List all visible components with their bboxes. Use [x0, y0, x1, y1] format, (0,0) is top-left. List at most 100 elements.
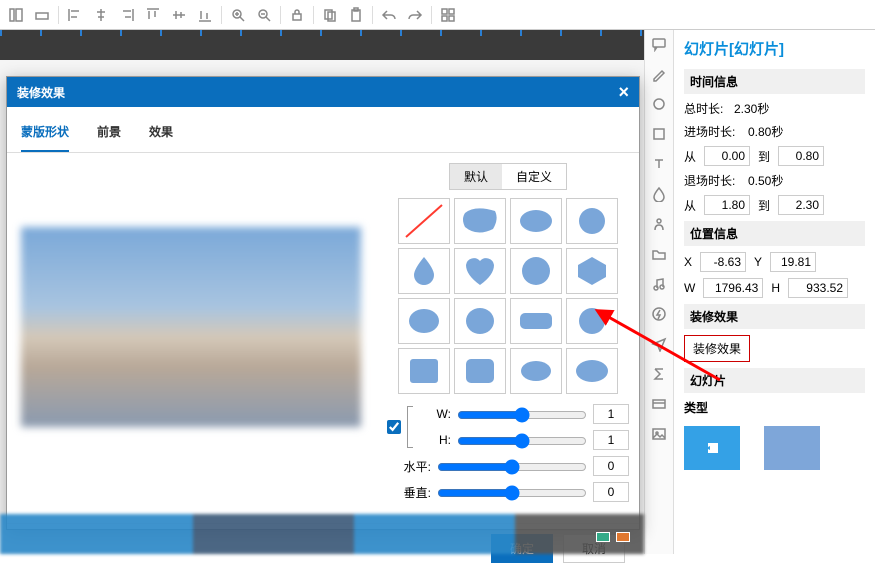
w-label: W: [684, 281, 695, 295]
slider-h-label: H:: [421, 433, 451, 447]
exit-from-input[interactable]: [704, 195, 750, 215]
slider-horizontal[interactable]: [437, 459, 587, 475]
decoration-modal: 装修效果 × 蒙版形状 前景 效果 默认 自定义: [6, 76, 640, 530]
chat-icon[interactable]: [649, 34, 669, 54]
x-input[interactable]: [700, 252, 746, 272]
slider-hor-value[interactable]: [593, 456, 629, 476]
h-label: H: [771, 281, 780, 295]
enter-from-input[interactable]: [704, 146, 750, 166]
type-label: 类型: [684, 399, 865, 416]
to-label: 到: [758, 148, 770, 165]
slider-ver-value[interactable]: [593, 482, 629, 502]
modal-tabs: 蒙版形状 前景 效果: [7, 107, 639, 153]
music-icon[interactable]: [649, 274, 669, 294]
tab-mask-shape[interactable]: 蒙版形状: [21, 117, 69, 152]
decoration-button[interactable]: 装修效果: [684, 335, 750, 362]
total-value: 2.30秒: [734, 100, 769, 117]
modal-title: 装修效果: [17, 84, 65, 101]
canvas-area: 装修效果 × 蒙版形状 前景 效果 默认 自定义: [0, 30, 644, 554]
tab-effect[interactable]: 效果: [149, 117, 173, 152]
x-label: X: [684, 255, 692, 269]
shape-drop[interactable]: [398, 248, 450, 294]
paste-icon[interactable]: [344, 3, 368, 27]
flash-icon[interactable]: [649, 304, 669, 324]
layout-icon[interactable]: [4, 3, 28, 27]
h-input[interactable]: [788, 278, 848, 298]
shape-none[interactable]: [398, 198, 450, 244]
enter-to-input[interactable]: [778, 146, 824, 166]
slider-h-value[interactable]: [593, 430, 629, 450]
wh-lock-checkbox[interactable]: [387, 420, 401, 434]
enter-value: 0.80秒: [748, 123, 783, 140]
shape-blot1[interactable]: [398, 298, 450, 344]
align-bottom-icon[interactable]: [193, 3, 217, 27]
tab-foreground[interactable]: 前景: [97, 117, 121, 152]
align-center-icon[interactable]: [89, 3, 113, 27]
shape-spray1[interactable]: [510, 348, 562, 394]
slider-vertical[interactable]: [437, 485, 587, 501]
image-icon[interactable]: [649, 424, 669, 444]
slider-w[interactable]: [457, 407, 587, 423]
shape-polygon[interactable]: [566, 248, 618, 294]
preview-image: [21, 227, 361, 427]
section-position: 位置信息: [684, 221, 865, 246]
lock-icon[interactable]: [285, 3, 309, 27]
redo-icon[interactable]: [403, 3, 427, 27]
w-input[interactable]: [703, 278, 763, 298]
type-card-2[interactable]: [764, 426, 820, 470]
close-icon[interactable]: ×: [618, 82, 629, 103]
shape-cloud1[interactable]: [510, 198, 562, 244]
y-input[interactable]: [770, 252, 816, 272]
slider-h[interactable]: [457, 433, 587, 449]
align-middle-icon[interactable]: [167, 3, 191, 27]
folder-icon[interactable]: [649, 244, 669, 264]
copy-icon[interactable]: [318, 3, 342, 27]
enter-label: 进场时长:: [684, 123, 740, 140]
shape-spray2[interactable]: [566, 348, 618, 394]
exit-label: 退场时长:: [684, 172, 740, 189]
side-icon-strip: [644, 30, 674, 554]
drop-icon[interactable]: [649, 184, 669, 204]
shape-sub-tabs: 默认 自定义: [449, 163, 567, 190]
person-icon[interactable]: [649, 214, 669, 234]
pencil-icon[interactable]: [649, 64, 669, 84]
undo-icon[interactable]: [377, 3, 401, 27]
shape-tool-icon[interactable]: [649, 124, 669, 144]
plane-icon[interactable]: [649, 334, 669, 354]
sliders: W: H:: [387, 404, 629, 502]
align-left-icon[interactable]: [63, 3, 87, 27]
zoom-in-icon[interactable]: [226, 3, 250, 27]
crop-icon[interactable]: [30, 3, 54, 27]
type-card-1[interactable]: [684, 426, 740, 470]
shape-brush2[interactable]: [510, 298, 562, 344]
align-right-icon[interactable]: [115, 3, 139, 27]
shape-square1[interactable]: [398, 348, 450, 394]
from-label-2: 从: [684, 197, 696, 214]
preview-column: [7, 153, 377, 523]
grid-icon[interactable]: [436, 3, 460, 27]
exit-value: 0.50秒: [748, 172, 783, 189]
shape-circle[interactable]: [510, 248, 562, 294]
from-label: 从: [684, 148, 696, 165]
align-top-icon[interactable]: [141, 3, 165, 27]
exit-to-input[interactable]: [778, 195, 824, 215]
shape-square2[interactable]: [454, 348, 506, 394]
zoom-out-icon[interactable]: [252, 3, 276, 27]
sigma-icon[interactable]: [649, 364, 669, 384]
shape-blot2[interactable]: [454, 298, 506, 344]
timeline[interactable]: [0, 514, 644, 554]
slider-w-value[interactable]: [593, 404, 629, 424]
sub-tab-default[interactable]: 默认: [450, 164, 502, 189]
sub-tab-custom[interactable]: 自定义: [502, 164, 566, 189]
total-label: 总时长:: [684, 100, 726, 117]
timeline-badges: [596, 532, 630, 542]
circle-tool-icon[interactable]: [649, 94, 669, 114]
to-label-2: 到: [758, 197, 770, 214]
text-icon[interactable]: [649, 154, 669, 174]
shape-brush1[interactable]: [454, 198, 506, 244]
slider-w-label: W:: [421, 407, 451, 421]
shape-heart[interactable]: [454, 248, 506, 294]
card-icon[interactable]: [649, 394, 669, 414]
shape-blot3[interactable]: [566, 298, 618, 344]
shape-splash1[interactable]: [566, 198, 618, 244]
